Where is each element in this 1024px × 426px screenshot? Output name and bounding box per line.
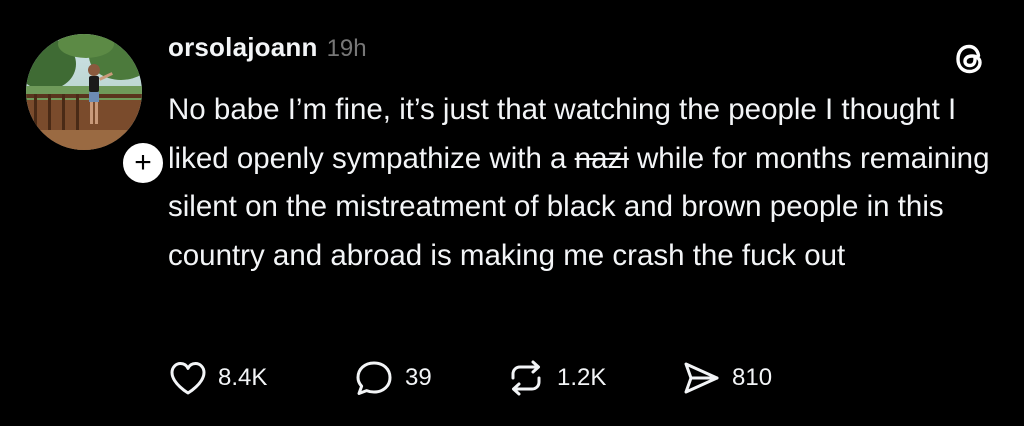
heart-icon xyxy=(170,362,206,395)
speech-bubble-icon xyxy=(356,361,392,395)
send-icon xyxy=(684,362,719,394)
repost-count: 1.2K xyxy=(557,364,607,391)
plus-icon: + xyxy=(134,146,152,179)
username[interactable]: orsolajoann xyxy=(168,32,318,63)
action-bar: 8.4K 39 1.2K 810 xyxy=(168,356,800,400)
threads-logo-icon xyxy=(956,44,982,74)
avatar-container: + xyxy=(26,34,168,188)
like-count: 8.4K xyxy=(218,364,268,391)
like-button[interactable]: 8.4K xyxy=(168,359,353,397)
share-count: 810 xyxy=(732,364,773,391)
struck-word: nazi xyxy=(574,141,629,175)
avatar[interactable] xyxy=(26,34,142,150)
share-button[interactable]: 810 xyxy=(680,358,800,398)
timestamp: 19h xyxy=(326,35,367,62)
follow-button[interactable]: + xyxy=(118,138,168,188)
reply-count: 39 xyxy=(405,364,432,391)
thread-post: + orsolajoann 19h No babe I’m fine, it’s… xyxy=(0,0,1024,426)
reply-button[interactable]: 39 xyxy=(353,358,505,398)
repost-arrows-icon xyxy=(511,360,541,396)
post-body: No babe I’m fine, it’s just that watchin… xyxy=(168,86,998,280)
post-header: orsolajoann 19h xyxy=(168,32,367,68)
repost-button[interactable]: 1.2K xyxy=(505,358,680,398)
